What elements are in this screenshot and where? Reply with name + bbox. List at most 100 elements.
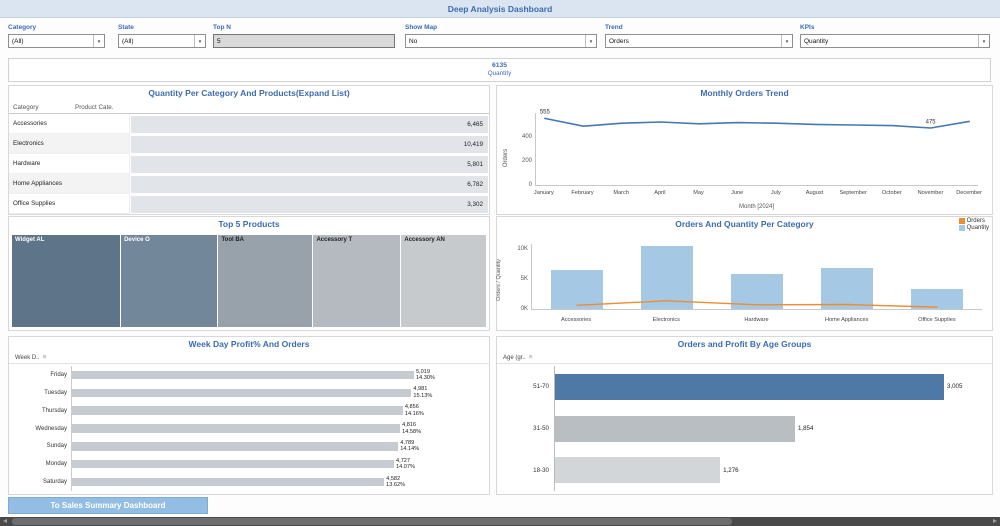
panel-top-5-products: Top 5 Products Widget AL Device O Tool BA A…	[8, 216, 490, 331]
age-bar-row[interactable]: 51-70 3,005	[497, 366, 992, 408]
bar-zone: 4,789 14.14%	[71, 437, 489, 456]
age-group-label: 31-50	[533, 425, 549, 432]
column-header-product-category[interactable]: Product Cate.	[75, 104, 131, 111]
orders-bar[interactable]	[72, 459, 395, 469]
x-axis-tick-label: August	[805, 190, 824, 196]
profit-pct-label: 14.58%	[402, 428, 422, 435]
orders-bar[interactable]	[555, 373, 944, 400]
x-axis-tick-label: June	[731, 190, 744, 196]
orders-bar[interactable]	[72, 388, 412, 398]
legend-entry[interactable]: Quantity	[958, 225, 989, 231]
filter-trend-label: Trend	[605, 24, 623, 31]
orders-value-label: 1,276	[723, 466, 739, 474]
axis-header-label[interactable]: Age (gr..	[503, 355, 526, 361]
axis-header-label[interactable]: Week D..	[15, 355, 40, 361]
orders-bar[interactable]	[555, 415, 795, 442]
filter-category-dropdown[interactable]: (All) ▼	[8, 34, 105, 48]
orders-bar[interactable]	[72, 370, 414, 380]
bar-zone: 4,981 15.13%	[71, 383, 489, 402]
weekday-bar-row[interactable]: Wednesday 4,816 14.58%	[9, 419, 489, 438]
quantity-value-label: 5,801	[467, 160, 483, 168]
table-row[interactable]: Home Appliances 6,782	[9, 174, 489, 194]
filter-top-n: Top N 5	[213, 24, 395, 48]
treemap-label: Accessory T	[316, 237, 353, 243]
weekday-bar-row[interactable]: Friday 5,019 14.30%	[9, 366, 489, 384]
panel-title: Week Day Profit% And Orders	[188, 339, 310, 349]
treemap-block[interactable]: Tool BA	[218, 235, 313, 327]
sort-icon[interactable]: ≡	[43, 354, 47, 361]
bar-zone: 3,005	[554, 366, 992, 408]
table-row[interactable]: Accessories 6,465	[9, 114, 489, 134]
table-row[interactable]: Office Supplies 3,302	[9, 194, 489, 214]
bar-zone: 1,276	[554, 449, 992, 492]
quantity-band[interactable]: 10,419	[131, 135, 488, 153]
table-body: Accessories 6,465 Electronics 10,419 Hardwar…	[9, 114, 489, 214]
treemap-label: Accessory AN	[404, 237, 445, 243]
chevron-down-icon[interactable]: ▼	[781, 35, 792, 47]
quantity-band[interactable]: 3,302	[131, 195, 488, 213]
trend-dropdown[interactable]: Orders ▼	[605, 34, 793, 48]
orders-bar[interactable]	[72, 406, 403, 415]
orders-bar[interactable]	[555, 457, 721, 484]
chevron-down-icon[interactable]: ▼	[194, 35, 205, 47]
bar-zone: 4,582 13.62%	[71, 473, 489, 492]
column-header-category[interactable]: Category	[9, 104, 75, 111]
filter-state-dropdown[interactable]: (All) ▼	[118, 34, 206, 48]
weekday-bar-row[interactable]: Thursday 4,856 14.16%	[9, 401, 489, 420]
top-5-products-treemap: Widget AL Device O Tool BA Accessory T Acces…	[9, 232, 489, 330]
quantity-band[interactable]: 6,782	[131, 175, 488, 193]
table-row[interactable]: Electronics 10,419	[9, 134, 489, 154]
weekday-bar-row[interactable]: Sunday 4,789 14.14%	[9, 437, 489, 456]
kpis-dropdown[interactable]: Quantity ▼	[800, 34, 990, 48]
top-n-input[interactable]: 5	[213, 34, 395, 48]
filter-kpis: KPIs Quantity ▼	[800, 24, 990, 48]
treemap-block[interactable]: Device O	[121, 235, 218, 327]
x-axis-tick-label: April	[654, 190, 666, 196]
table-row[interactable]: Hardware 5,801	[9, 154, 489, 174]
weekday-label: Tuesday	[44, 389, 67, 396]
filter-state-value: (All)	[122, 37, 134, 45]
treemap-block[interactable]: Accessory AN	[401, 235, 486, 327]
weekday-bar-row[interactable]: Monday 4,727 14.07%	[9, 455, 489, 474]
y-axis-tick-label: 400	[521, 134, 532, 140]
horizontal-scrollbar[interactable]	[0, 517, 1000, 526]
orders-trend-line[interactable]	[544, 117, 971, 129]
y-axis-tick-label: 10K	[517, 245, 528, 252]
orders-bar[interactable]	[72, 424, 401, 433]
x-axis-tick-label: October	[881, 190, 902, 196]
sort-icon[interactable]: ≡	[529, 354, 533, 361]
bar-zone: 4,856 14.16%	[71, 401, 489, 420]
weekday-bar-row[interactable]: Tuesday 4,981 15.13%	[9, 383, 489, 402]
profit-pct-label: 15.13%	[413, 392, 433, 399]
kpi-value: 6135	[491, 61, 508, 69]
dashboard-root: Deep Analysis Dashboard Category (All) ▼…	[0, 0, 1000, 526]
chevron-down-icon[interactable]: ▼	[585, 35, 596, 47]
panel-orders-quantity-per-category: Orders And Quantity Per Category Orders Q…	[496, 216, 993, 331]
quantity-value-label: 3,302	[467, 200, 483, 208]
weekday-bar-row[interactable]: Saturday 4,582 13.62%	[9, 473, 489, 492]
treemap-block[interactable]: Accessory T	[313, 235, 401, 327]
to-sales-summary-button[interactable]: To Sales Summary Dashboard	[8, 497, 208, 514]
legend-entry[interactable]: Orders	[958, 218, 989, 224]
orders-bar[interactable]	[72, 477, 385, 487]
chevron-down-icon[interactable]: ▼	[93, 35, 104, 47]
orders-line[interactable]	[576, 300, 938, 308]
treemap-label: Tool BA	[221, 237, 244, 243]
scrollbar-thumb[interactable]	[12, 518, 732, 525]
quantity-band[interactable]: 5,801	[131, 155, 488, 173]
value-labels: 4,582 13.62%	[386, 476, 405, 489]
chevron-down-icon[interactable]: ▼	[978, 35, 989, 47]
scroll-left-icon[interactable]	[3, 519, 7, 523]
weekday-label: Wednesday	[35, 425, 67, 432]
x-axis-tick-labels: Accessories Electronics Hardware Home Appli…	[531, 317, 982, 325]
scroll-right-icon[interactable]	[993, 519, 997, 523]
treemap-block[interactable]: Widget AL	[12, 235, 121, 327]
age-bar-row[interactable]: 31-50 1,854	[497, 407, 992, 450]
quantity-value-label: 10,419	[463, 140, 483, 148]
orders-trend-svg	[544, 117, 971, 129]
quantity-band[interactable]: 6,465	[131, 115, 488, 133]
age-bar-row[interactable]: 18-30 1,276	[497, 449, 992, 492]
show-map-dropdown[interactable]: No ▼	[405, 34, 597, 48]
orders-bar[interactable]	[72, 442, 399, 451]
panel-weekday-profit-orders: Week Day Profit% And Orders Week D.. ≡ Fri…	[8, 336, 490, 495]
